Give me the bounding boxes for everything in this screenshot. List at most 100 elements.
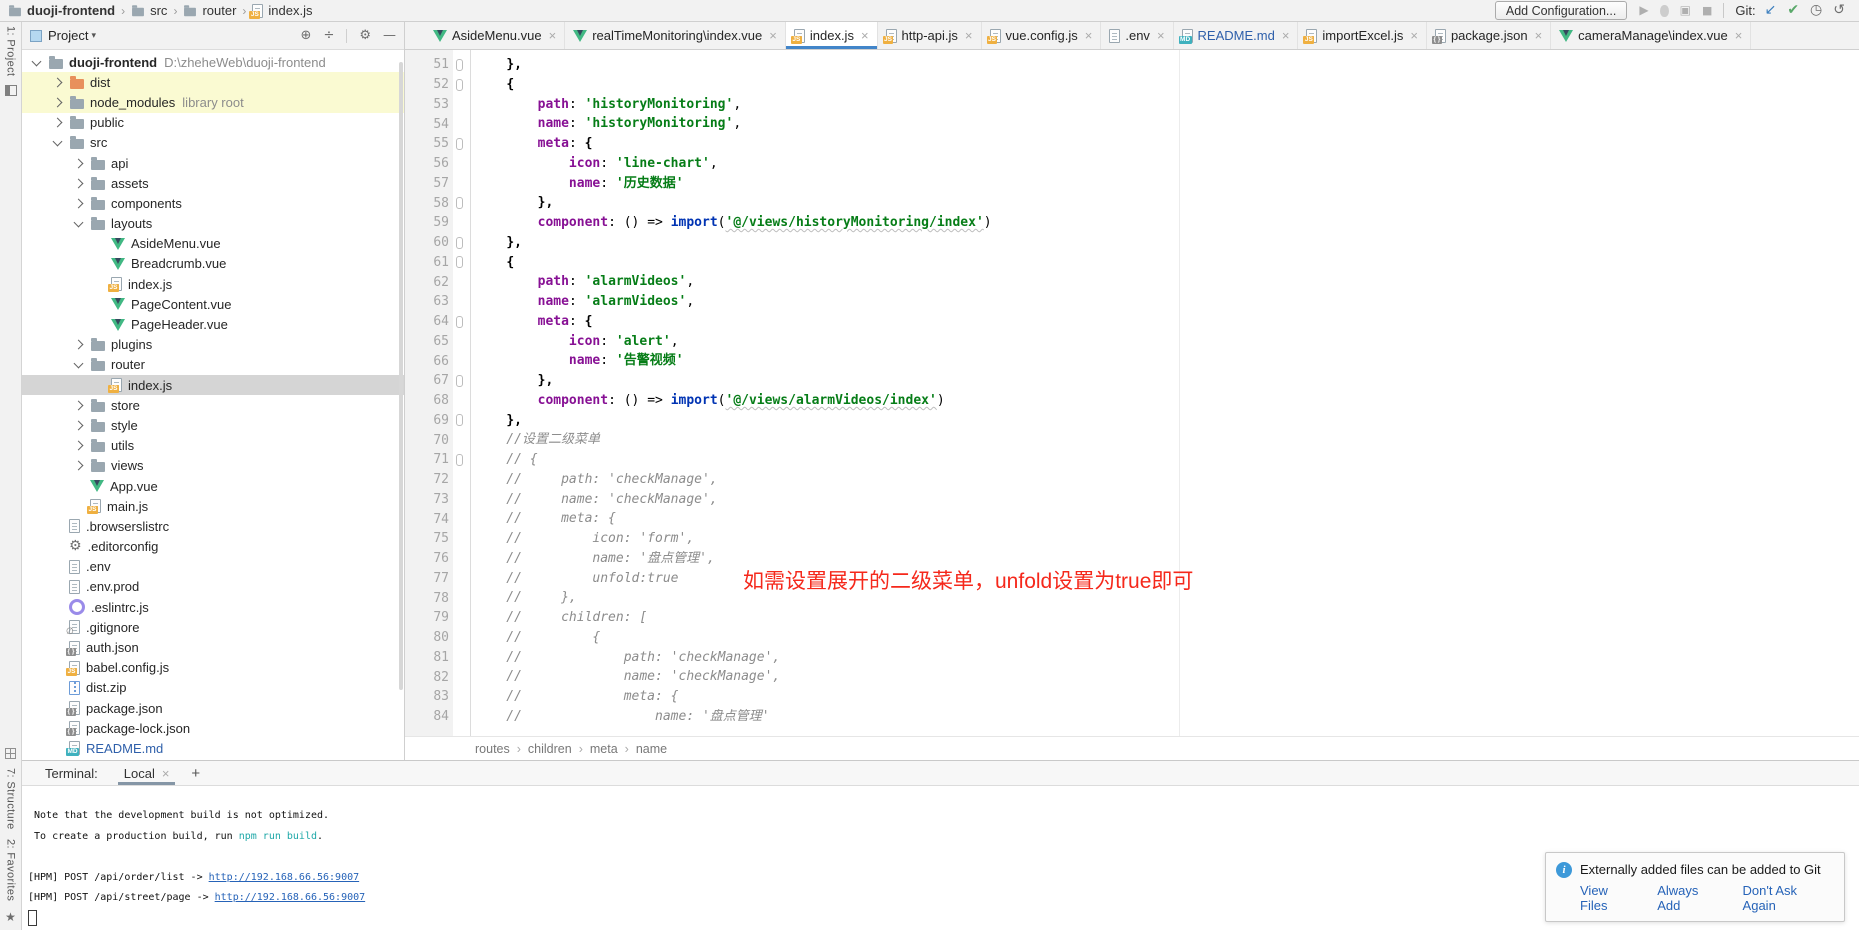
tree-item--env[interactable]: .env	[22, 557, 404, 577]
tree-item-pageheader-vue[interactable]: PageHeader.vue	[22, 314, 404, 334]
editor-tab-asidemenu-vue[interactable]: AsideMenu.vue×	[425, 22, 565, 49]
fold-marker-icon[interactable]	[456, 59, 463, 71]
chevron-right-icon[interactable]	[74, 158, 84, 168]
chevron-right-icon[interactable]	[74, 340, 84, 350]
close-icon[interactable]: ×	[1085, 29, 1093, 42]
tree-item--browserslistrc[interactable]: .browserslistrc	[22, 516, 404, 536]
tree-item-router[interactable]: router	[22, 355, 404, 375]
stripe-structure-button[interactable]: 7: Structure	[5, 768, 17, 830]
breadcrumb-item-index.js[interactable]: index.js	[252, 3, 312, 18]
tree-item-api[interactable]: api	[22, 153, 404, 173]
editor-tab-realtimemonitoring-index-vue[interactable]: realTimeMonitoring\index.vue×	[565, 22, 786, 49]
editor-breadcrumb-routes[interactable]: routes	[475, 742, 510, 756]
terminal-tab-local[interactable]: Local ×	[118, 761, 176, 785]
notification-action-always-add[interactable]: Always Add	[1657, 883, 1723, 913]
chevron-down-icon[interactable]	[74, 218, 84, 228]
tree-item-package-json[interactable]: package.json	[22, 698, 404, 718]
tree-item-src[interactable]: src	[22, 133, 404, 153]
code-editor[interactable]: }, { path: 'historyMonitoring', name: 'h…	[471, 50, 1859, 736]
editor-tab-vue-config-js[interactable]: vue.config.js×	[982, 22, 1102, 49]
editor-tab-readme-md[interactable]: README.md×	[1174, 22, 1299, 49]
editor-tab-package-json[interactable]: package.json×	[1427, 22, 1551, 49]
collapse-icon[interactable]: ÷	[323, 28, 334, 43]
tree-item-app-vue[interactable]: App.vue	[22, 476, 404, 496]
fold-marker-icon[interactable]	[456, 138, 463, 150]
tree-item-package-lock-json[interactable]: package-lock.json	[22, 718, 404, 738]
close-icon[interactable]: ×	[162, 766, 170, 781]
tree-item--env-prod[interactable]: .env.prod	[22, 577, 404, 597]
fold-marker-icon[interactable]	[456, 316, 463, 328]
structure-icon[interactable]	[5, 748, 16, 759]
tree-item-index-js[interactable]: index.js	[22, 274, 404, 294]
tree-item-auth-json[interactable]: auth.json	[22, 637, 404, 657]
chevron-right-icon[interactable]	[74, 178, 84, 188]
chevron-down-icon[interactable]	[74, 359, 84, 369]
editor-tab-importexcel-js[interactable]: importExcel.js×	[1298, 22, 1427, 49]
tree-item-assets[interactable]: assets	[22, 173, 404, 193]
editor-tab-cameramanage-index-vue[interactable]: cameraManage\index.vue×	[1551, 22, 1751, 49]
project-view-selector[interactable]: Project	[48, 28, 88, 43]
tree-item-layouts[interactable]: layouts	[22, 214, 404, 234]
editor-breadcrumb-meta[interactable]: meta	[590, 742, 618, 756]
tree-item-breadcrumb-vue[interactable]: Breadcrumb.vue	[22, 254, 404, 274]
tree-item-store[interactable]: store	[22, 395, 404, 415]
close-icon[interactable]: ×	[1535, 29, 1543, 42]
close-icon[interactable]: ×	[549, 29, 557, 42]
tree-item--editorconfig[interactable]: ⚙.editorconfig	[22, 537, 404, 557]
star-icon[interactable]: ★	[5, 910, 16, 924]
tree-item-duoji-frontend[interactable]: duoji-frontendD:\zheheWeb\duoji-frontend	[22, 52, 404, 72]
gear-icon[interactable]: ⚙	[359, 28, 371, 43]
project-scrollbar[interactable]	[399, 62, 403, 690]
tree-item-dist[interactable]: dist	[22, 72, 404, 92]
tree-item-components[interactable]: components	[22, 193, 404, 213]
tree-item-index-js[interactable]: index.js	[22, 375, 404, 395]
tree-item--eslintrc-js[interactable]: .eslintrc.js	[22, 597, 404, 617]
tree-item-views[interactable]: views	[22, 456, 404, 476]
chevron-down-icon[interactable]	[53, 137, 63, 147]
fold-marker-icon[interactable]	[456, 375, 463, 387]
chevron-down-icon[interactable]: ▾	[91, 30, 96, 41]
project-toolwindow-icon[interactable]	[5, 85, 17, 96]
update-icon[interactable]: ↙	[1765, 3, 1777, 18]
tree-item-babel-config-js[interactable]: babel.config.js	[22, 658, 404, 678]
tree-item-style[interactable]: style	[22, 415, 404, 435]
clock-icon[interactable]: ◷	[1810, 3, 1822, 18]
tree-item-pagecontent-vue[interactable]: PageContent.vue	[22, 294, 404, 314]
chevron-right-icon[interactable]	[53, 98, 63, 108]
stripe-favorites-button[interactable]: 2: Favorites	[5, 839, 17, 901]
fold-marker-icon[interactable]	[456, 237, 463, 249]
chevron-right-icon[interactable]	[74, 441, 84, 451]
fold-marker-icon[interactable]	[456, 256, 463, 268]
target-icon[interactable]: ⊕	[301, 28, 312, 43]
tree-item-dist-zip[interactable]: dist.zip	[22, 678, 404, 698]
close-icon[interactable]: ×	[1410, 29, 1418, 42]
undo-icon[interactable]: ↺	[1833, 3, 1845, 18]
close-icon[interactable]: ×	[1735, 29, 1743, 42]
editor-tab-index-js[interactable]: index.js×	[786, 22, 878, 49]
close-icon[interactable]: ×	[965, 29, 973, 42]
terminal-link[interactable]: http://192.168.66.56:9007	[209, 872, 360, 883]
notification-action-don-t-ask-again[interactable]: Don't Ask Again	[1743, 883, 1832, 913]
minimize-icon[interactable]: —	[383, 28, 396, 43]
close-icon[interactable]: ×	[769, 29, 777, 42]
chevron-right-icon[interactable]	[74, 461, 84, 471]
editor-tab-http-api-js[interactable]: http-api.js×	[878, 22, 982, 49]
tree-item-public[interactable]: public	[22, 113, 404, 133]
close-icon[interactable]: ×	[861, 29, 869, 42]
tree-item-readme-md[interactable]: README.md	[22, 738, 404, 758]
add-configuration-button[interactable]: Add Configuration...	[1495, 1, 1628, 20]
editor-tab--env[interactable]: .env×	[1101, 22, 1173, 49]
new-terminal-button[interactable]: +	[191, 765, 200, 782]
breadcrumb-item-src[interactable]: src	[131, 3, 167, 18]
close-icon[interactable]: ×	[1157, 29, 1165, 42]
fold-marker-icon[interactable]	[456, 454, 463, 466]
chevron-down-icon[interactable]	[32, 56, 42, 66]
chevron-right-icon[interactable]	[53, 77, 63, 87]
tree-item-main-js[interactable]: main.js	[22, 496, 404, 516]
fold-marker-icon[interactable]	[456, 414, 463, 426]
stripe-project-button[interactable]: 1: Project	[5, 26, 17, 76]
terminal-link[interactable]: http://192.168.66.56:9007	[215, 892, 366, 903]
close-icon[interactable]: ×	[1282, 29, 1290, 42]
tree-item--gitignore[interactable]: .gitignore	[22, 617, 404, 637]
commit-icon[interactable]: ✔	[1787, 3, 1799, 18]
